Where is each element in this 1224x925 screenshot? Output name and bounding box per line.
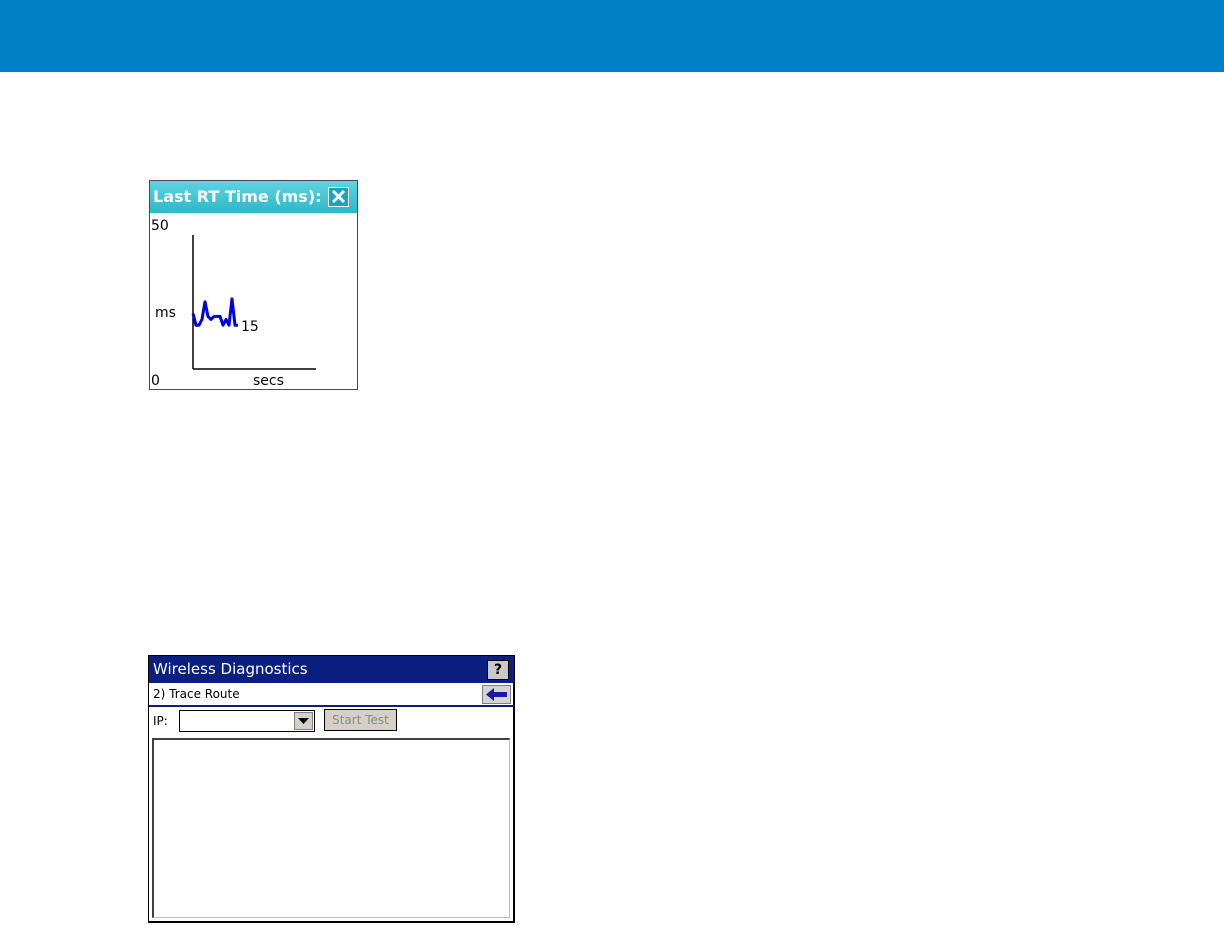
- help-button[interactable]: ?: [487, 660, 509, 680]
- rt-title-bar: Last RT Time (ms):: [150, 181, 357, 213]
- back-button[interactable]: [482, 685, 511, 704]
- rt-time-window: Last RT Time (ms): 50 0 ms secs 15: [149, 180, 358, 390]
- back-arrow-icon: [486, 688, 507, 701]
- trace-output-area: [152, 738, 510, 918]
- top-banner: [0, 0, 1224, 72]
- rt-series-line: [191, 297, 238, 327]
- rt-chart: 50 0 ms secs 15: [151, 218, 316, 389]
- dropdown-button[interactable]: [294, 712, 313, 730]
- close-icon: [331, 189, 346, 204]
- section-row: 2) Trace Route: [149, 683, 514, 707]
- rt-title: Last RT Time (ms):: [153, 187, 322, 206]
- close-button[interactable]: [328, 187, 349, 207]
- chevron-down-icon: [298, 718, 309, 724]
- ip-combobox[interactable]: [179, 710, 315, 732]
- wd-title-bar: Wireless Diagnostics ?: [149, 656, 514, 683]
- wd-title: Wireless Diagnostics: [153, 660, 308, 678]
- last-value-label: 15: [241, 319, 259, 335]
- y-axis-title: ms: [155, 305, 176, 321]
- wireless-diagnostics-window: Wireless Diagnostics ? 2) Trace Route IP…: [148, 655, 515, 923]
- y-max-label: 50: [151, 218, 169, 234]
- section-label: 2) Trace Route: [153, 687, 240, 701]
- x-axis-title: secs: [253, 373, 284, 389]
- start-test-button[interactable]: Start Test: [324, 709, 397, 731]
- ip-label: IP:: [153, 714, 168, 728]
- y-min-label: 0: [151, 373, 160, 389]
